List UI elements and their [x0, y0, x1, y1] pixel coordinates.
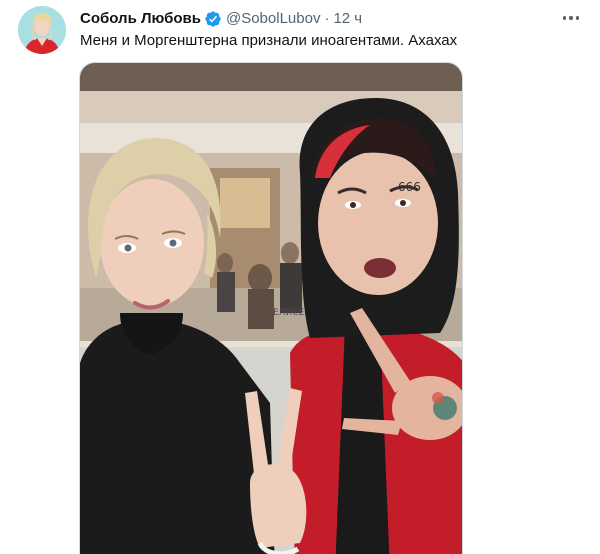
more-options-icon[interactable] [560, 8, 582, 28]
tweet-card[interactable]: Соболь Любовь @SobolLubov · 12 ч Меня и … [0, 0, 600, 554]
avatar-photo [18, 6, 66, 54]
tweet-timestamp[interactable]: 12 ч [333, 9, 362, 29]
author-handle[interactable]: @SobolLubov [226, 9, 320, 29]
author-avatar[interactable] [18, 6, 66, 54]
verified-badge-icon [204, 10, 222, 28]
tweet-header: Соболь Любовь @SobolLubov · 12 ч [80, 9, 540, 29]
face-tattoo: 666 [398, 180, 421, 194]
tweet-photo[interactable]: ЕЛИСЕЕВ 666 [79, 62, 463, 554]
tweet-text: Меня и Моргенштерна признали иноагентами… [80, 32, 458, 49]
header-separator: · [324, 10, 330, 27]
selfie-photo-illustration: ЕЛИСЕЕВ 666 [80, 63, 462, 554]
author-name[interactable]: Соболь Любовь [80, 9, 201, 29]
